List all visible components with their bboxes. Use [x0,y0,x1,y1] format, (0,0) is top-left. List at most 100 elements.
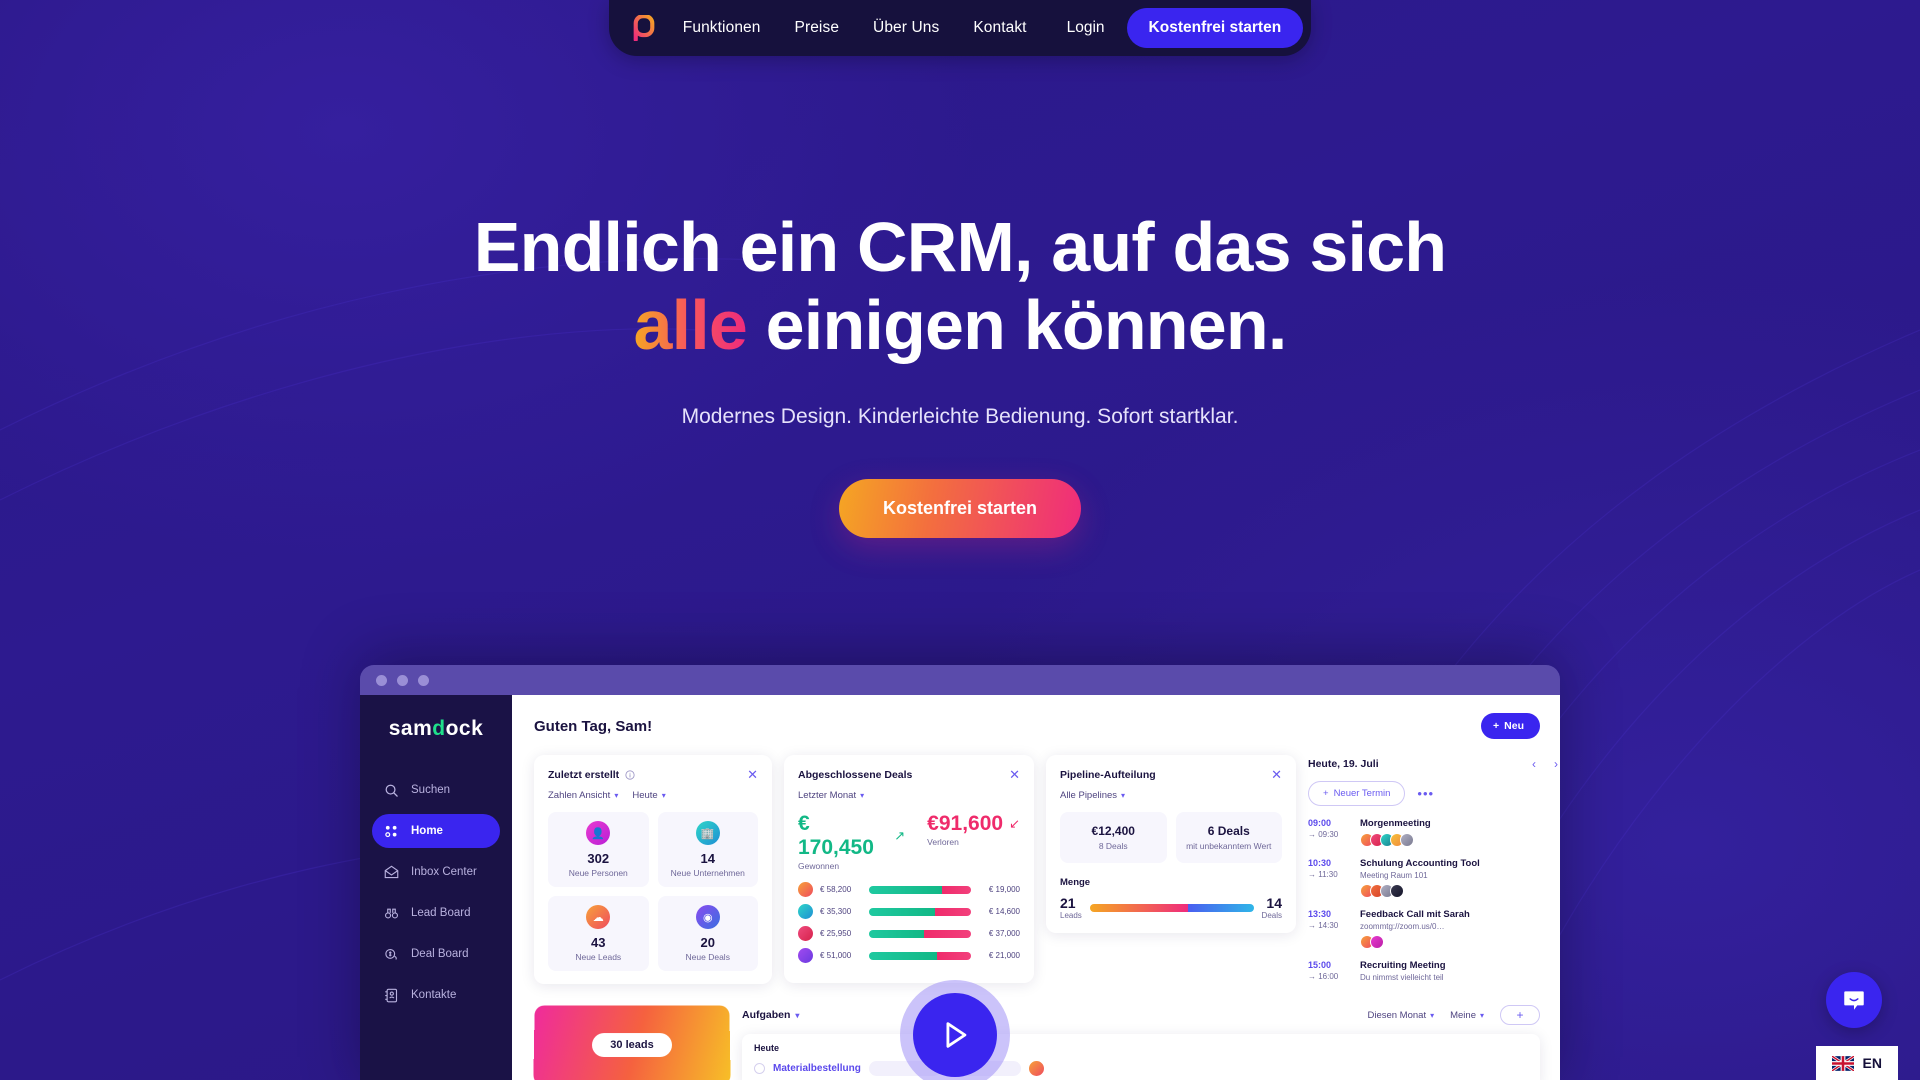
list-item[interactable]: 09:00 → 09:30 Morgenmeeting [1308,818,1558,847]
card-header: Pipeline-Aufteilung ✕ [1060,768,1282,781]
deal-rows: € 58,200 € 19,000 € 35,300 € 14,600 € 25… [798,882,1020,963]
play-button[interactable] [913,993,997,1077]
nav-link-funktionen[interactable]: Funktionen [683,19,761,37]
table-row[interactable]: € 58,200 € 19,000 [798,882,1020,897]
filter-zahlen-ansicht[interactable]: Zahlen Ansicht ▾ [548,790,618,801]
pipeline-tile-value[interactable]: €12,400 8 Deals [1060,812,1167,863]
greeting-text: Guten Tag, Sam! [534,717,653,735]
list-item[interactable]: 13:30 → 14:30 Feedback Call mit Sarah zo… [1308,909,1558,949]
event-body: Schulung Accounting Tool Meeting Raum 10… [1360,858,1480,898]
sidebar-item-kontakte[interactable]: Kontakte [372,978,500,1012]
menge-bar-row: 21 Leads 14 Deals [1060,895,1282,920]
list-item[interactable]: Materialbestellung [754,1061,1528,1076]
filter-alle-pipelines[interactable]: Alle Pipelines ▾ [1060,790,1125,801]
login-link[interactable]: Login [1067,19,1105,37]
table-row[interactable]: € 35,300 € 14,600 [798,904,1020,919]
event-end: → 09:30 [1308,830,1339,839]
stat-tile-neue-leads[interactable]: ☁ 43 Neue Leads [548,896,649,971]
window-minimize-dot[interactable] [397,674,408,686]
avatar [798,882,813,897]
pipeline-tile-unknown[interactable]: 6 Deals mit unbekanntem Wert [1175,812,1282,863]
table-row[interactable]: € 25,950 € 37,000 [798,926,1020,941]
list-item[interactable]: 15:00 → 16:00 Recruiting Meeting Du nimm… [1308,960,1558,982]
deal-totals: € 170,450 ↗ Gewonnen €91,600 ↙ Verloren [798,812,1020,871]
row-bar [869,907,971,916]
tasks-title[interactable]: Aufgaben ▾ [742,1009,799,1021]
task-checkbox[interactable] [754,1063,765,1074]
card-filters: Letzter Monat ▾ [798,790,1020,801]
more-dots-icon[interactable]: ••• [1417,786,1434,801]
nav-links: Funktionen Preise Über Uns Kontakt [683,19,1027,37]
app-logo[interactable]: samdock [372,717,500,741]
nav-link-ueber-uns[interactable]: Über Uns [873,19,939,37]
filter-diesen-monat[interactable]: Diesen Monat ▾ [1367,1010,1434,1021]
hero-signup-button[interactable]: Kostenfrei starten [838,478,1082,538]
avatar [798,904,813,919]
hero-section: Endlich ein CRM, auf das sich alle einig… [0,0,1920,538]
chevron-down-icon: ▾ [614,791,619,800]
leads-value: 21 [1060,895,1076,911]
chevron-right-icon[interactable]: › [1554,757,1558,771]
deal-icon: ◉ [695,905,720,929]
nav-signup-button[interactable]: Kostenfrei starten [1126,8,1304,48]
samdock-d-logo-icon[interactable] [631,15,657,41]
close-icon[interactable]: ✕ [1271,768,1282,781]
chat-bubble-icon [1844,991,1864,1010]
add-task-button[interactable]: + [1500,1005,1540,1025]
row-lost-amount: € 19,000 [988,885,1020,894]
filter-letzter-monat[interactable]: Letzter Monat ▾ [798,790,864,801]
new-button[interactable]: + Neu [1481,713,1540,739]
language-selector[interactable]: EN [1815,1046,1898,1080]
card-zuletzt-erstellt: Zuletzt erstellt ✕ Zahlen Ansicht ▾ Heute… [534,755,772,984]
filter-heute[interactable]: Heute ▾ [632,790,665,801]
table-row[interactable]: € 51,000 € 21,000 [798,948,1020,963]
sidebar-item-inbox-center[interactable]: Inbox Center [372,855,500,889]
sidebar-label-kontakte: Kontakte [411,989,457,1001]
stat-value: 20 [700,935,715,950]
stat-value: 14 [700,851,715,866]
headline-line-1: Endlich ein CRM, auf das sich [473,208,1447,286]
event-title: Feedback Call mit Sarah [1360,909,1470,920]
chevron-down-icon: ▾ [1121,791,1126,800]
top-navigation-bar: Funktionen Preise Über Uns Kontakt Login… [0,0,1920,56]
pipeline-label: 8 Deals [1098,841,1128,851]
filter-meine[interactable]: Meine ▾ [1450,1010,1484,1021]
new-button-label: Neu [1504,720,1524,732]
list-item[interactable]: 10:30 → 11:30 Schulung Accounting Tool M… [1308,858,1558,898]
stat-tile-neue-personen[interactable]: 👤 302 Neue Personen [548,812,649,887]
sidebar-item-deal-board[interactable]: Deal Board [372,937,500,971]
menge-leads: 21 Leads [1060,895,1082,920]
row-lost-amount: € 14,600 [988,907,1020,916]
event-start: 09:00 [1308,818,1332,828]
headline-line-2: einigen können. [747,286,1288,365]
calendar-actions: + Neuer Termin ••• [1308,781,1558,806]
filter-label: Letzter Monat [798,790,857,801]
deals-lost: €91,600 ↙ Verloren [927,812,1020,871]
window-maximize-dot[interactable] [418,674,429,686]
sidebar-item-suchen[interactable]: Suchen [372,773,500,807]
chat-widget-button[interactable] [1826,972,1882,1028]
search-icon [385,784,398,797]
close-icon[interactable]: ✕ [1009,768,1020,781]
info-icon[interactable] [625,769,635,780]
nav-link-kontakt[interactable]: Kontakt [973,19,1026,37]
stat-tile-neue-deals[interactable]: ◉ 20 Neue Deals [657,896,758,971]
menge-bar [1089,903,1254,912]
close-icon[interactable]: ✕ [747,768,758,781]
new-appointment-button[interactable]: + Neuer Termin [1308,781,1406,806]
card-title-pipeline: Pipeline-Aufteilung [1060,768,1156,781]
event-title: Recruiting Meeting [1360,960,1446,971]
nav-link-preise[interactable]: Preise [795,19,840,37]
event-end: → 11:30 [1308,870,1338,879]
tasks-card: Heute Materialbestellung [742,1034,1540,1080]
binoculars-icon [385,908,398,918]
stat-value: 302 [587,851,610,866]
calendar-header: Heute, 19. Juli ‹ › [1308,757,1558,771]
stat-tile-neue-unternehmen[interactable]: 🏢 14 Neue Unternehmen [657,812,758,887]
leads-gradient-card[interactable]: 30 leads [533,1005,731,1080]
nav-container: Funktionen Preise Über Uns Kontakt Login… [608,0,1312,56]
sidebar-item-home[interactable]: Home [372,814,500,848]
window-close-dot[interactable] [376,674,387,686]
sidebar-item-lead-board[interactable]: Lead Board [372,896,500,930]
chevron-left-icon[interactable]: ‹ [1532,757,1536,771]
